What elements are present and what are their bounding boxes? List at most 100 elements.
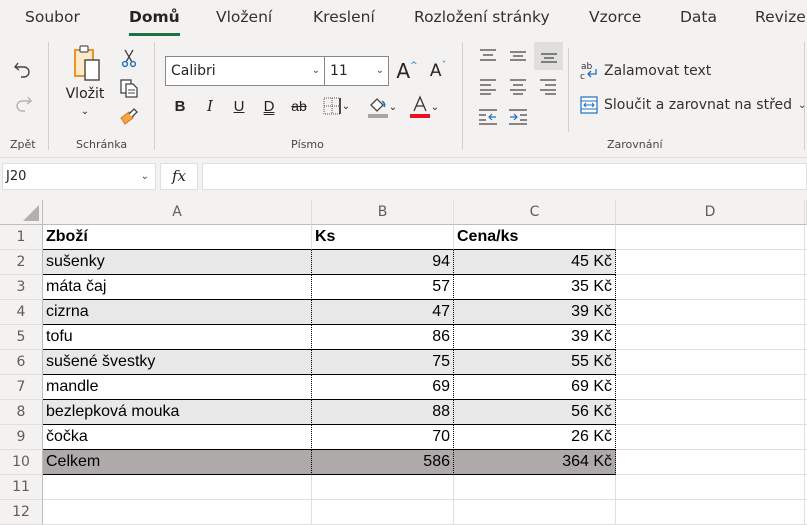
select-all-button[interactable] bbox=[0, 200, 43, 225]
formula-input[interactable] bbox=[202, 163, 807, 190]
cell-c1[interactable]: Cena/ks bbox=[454, 225, 616, 250]
tab-revize[interactable]: Revize bbox=[755, 8, 806, 26]
row-header[interactable]: 8 bbox=[0, 400, 43, 425]
underline-button[interactable]: U bbox=[229, 94, 249, 118]
wrap-text-button[interactable]: ab c Zalamovat text bbox=[580, 61, 711, 81]
font-size-dropdown[interactable]: 11 ⌄ bbox=[324, 56, 389, 86]
row-header[interactable]: 11 bbox=[0, 475, 43, 500]
cell-c7[interactable]: 69 Kč bbox=[454, 375, 616, 400]
cell-b10[interactable]: 586 bbox=[312, 450, 454, 475]
cell-a7[interactable]: mandle bbox=[43, 375, 312, 400]
format-painter-button[interactable] bbox=[117, 104, 141, 128]
align-middle-button[interactable] bbox=[504, 42, 532, 70]
cell-a8[interactable]: bezlepková mouka bbox=[43, 400, 312, 425]
cell-b4[interactable]: 47 bbox=[312, 300, 454, 325]
cell-d3[interactable] bbox=[616, 275, 805, 300]
strikethrough-button[interactable]: ab bbox=[287, 94, 311, 118]
tab-data[interactable]: Data bbox=[680, 8, 717, 26]
tab-domu[interactable]: Domů bbox=[129, 8, 180, 36]
cell-a5[interactable]: tofu bbox=[43, 325, 312, 350]
cell-c3[interactable]: 35 Kč bbox=[454, 275, 616, 300]
cell-d6[interactable] bbox=[616, 350, 805, 375]
cell-d4[interactable] bbox=[616, 300, 805, 325]
cell-b5[interactable]: 86 bbox=[312, 325, 454, 350]
cell-d1[interactable] bbox=[616, 225, 805, 250]
tab-vzorce[interactable]: Vzorce bbox=[589, 8, 641, 26]
row-header[interactable]: 9 bbox=[0, 425, 43, 450]
cell-a2[interactable]: sušenky bbox=[43, 250, 312, 275]
cell-d2[interactable] bbox=[616, 250, 805, 275]
row-header[interactable]: 1 bbox=[0, 225, 43, 250]
column-header-c[interactable]: C bbox=[454, 200, 616, 225]
cell-c9[interactable]: 26 Kč bbox=[454, 425, 616, 450]
insert-function-button[interactable]: fx bbox=[160, 163, 198, 190]
cell-d8[interactable] bbox=[616, 400, 805, 425]
merge-center-button[interactable]: Sloučit a zarovnat na střed ⌄ bbox=[580, 96, 806, 114]
cell-d12[interactable] bbox=[616, 500, 805, 525]
cell-c10[interactable]: 364 Kč bbox=[454, 450, 616, 475]
cell-a9[interactable]: čočka bbox=[43, 425, 312, 450]
grow-font-button[interactable]: A ^ bbox=[395, 58, 419, 84]
cell-a11[interactable] bbox=[43, 475, 312, 500]
cell-a4[interactable]: cizrna bbox=[43, 300, 312, 325]
shrink-font-button[interactable]: Aˇ bbox=[426, 58, 450, 84]
align-center-button[interactable] bbox=[504, 74, 532, 100]
cell-a6[interactable]: sušené švestky bbox=[43, 350, 312, 375]
row-header[interactable]: 7 bbox=[0, 375, 43, 400]
cell-b6[interactable]: 75 bbox=[312, 350, 454, 375]
cell-b3[interactable]: 57 bbox=[312, 275, 454, 300]
cell-c12[interactable] bbox=[454, 500, 616, 525]
cell-a10[interactable]: Celkem bbox=[43, 450, 312, 475]
row-header[interactable]: 2 bbox=[0, 250, 43, 275]
row-header[interactable]: 3 bbox=[0, 275, 43, 300]
copy-button[interactable] bbox=[117, 76, 141, 100]
cell-c11[interactable] bbox=[454, 475, 616, 500]
align-left-button[interactable] bbox=[474, 74, 502, 100]
cell-d11[interactable] bbox=[616, 475, 805, 500]
row-header[interactable]: 12 bbox=[0, 500, 43, 525]
row-header[interactable]: 6 bbox=[0, 350, 43, 375]
cell-d10[interactable] bbox=[616, 450, 805, 475]
column-header-d[interactable]: D bbox=[616, 200, 805, 225]
cell-b8[interactable]: 88 bbox=[312, 400, 454, 425]
cell-c4[interactable]: 39 Kč bbox=[454, 300, 616, 325]
tab-vlozeni[interactable]: Vložení bbox=[216, 8, 272, 26]
tab-rozlozeni-stranky[interactable]: Rozložení stránky bbox=[414, 8, 550, 26]
row-header[interactable]: 4 bbox=[0, 300, 43, 325]
cell-d7[interactable] bbox=[616, 375, 805, 400]
paste-button[interactable]: Vložit ⌄ bbox=[60, 44, 110, 126]
cell-b9[interactable]: 70 bbox=[312, 425, 454, 450]
cell-d9[interactable] bbox=[616, 425, 805, 450]
align-top-button[interactable] bbox=[474, 42, 502, 70]
tab-soubor[interactable]: Soubor bbox=[25, 8, 80, 26]
cell-b12[interactable] bbox=[312, 500, 454, 525]
align-bottom-button[interactable] bbox=[534, 42, 563, 70]
redo-button[interactable] bbox=[8, 90, 38, 118]
bold-button[interactable]: B bbox=[170, 94, 190, 118]
cell-c6[interactable]: 55 Kč bbox=[454, 350, 616, 375]
cut-button[interactable] bbox=[117, 46, 141, 70]
row-header[interactable]: 5 bbox=[0, 325, 43, 350]
double-underline-button[interactable]: D bbox=[259, 94, 279, 118]
cell-b11[interactable] bbox=[312, 475, 454, 500]
italic-button[interactable]: I bbox=[200, 94, 220, 118]
name-box[interactable]: J20 ⌄ bbox=[2, 163, 156, 190]
cell-a1[interactable]: Zboží bbox=[43, 225, 312, 250]
column-header-b[interactable]: B bbox=[312, 200, 454, 225]
borders-button[interactable]: ⌄ bbox=[318, 94, 354, 118]
cell-c8[interactable]: 56 Kč bbox=[454, 400, 616, 425]
cell-c5[interactable]: 39 Kč bbox=[454, 325, 616, 350]
cell-b1[interactable]: Ks bbox=[312, 225, 454, 250]
font-color-button[interactable]: ⌄ bbox=[404, 94, 444, 120]
font-name-dropdown[interactable]: Calibri ⌄ bbox=[165, 56, 325, 86]
fill-color-button[interactable]: ⌄ bbox=[362, 94, 402, 120]
tab-kresleni[interactable]: Kreslení bbox=[313, 8, 375, 26]
cell-c2[interactable]: 45 Kč bbox=[454, 250, 616, 275]
decrease-indent-button[interactable] bbox=[474, 104, 502, 130]
undo-button[interactable] bbox=[8, 56, 38, 84]
cell-d5[interactable] bbox=[616, 325, 805, 350]
cell-b7[interactable]: 69 bbox=[312, 375, 454, 400]
align-right-button[interactable] bbox=[534, 74, 562, 100]
cell-b2[interactable]: 94 bbox=[312, 250, 454, 275]
cell-a12[interactable] bbox=[43, 500, 312, 525]
